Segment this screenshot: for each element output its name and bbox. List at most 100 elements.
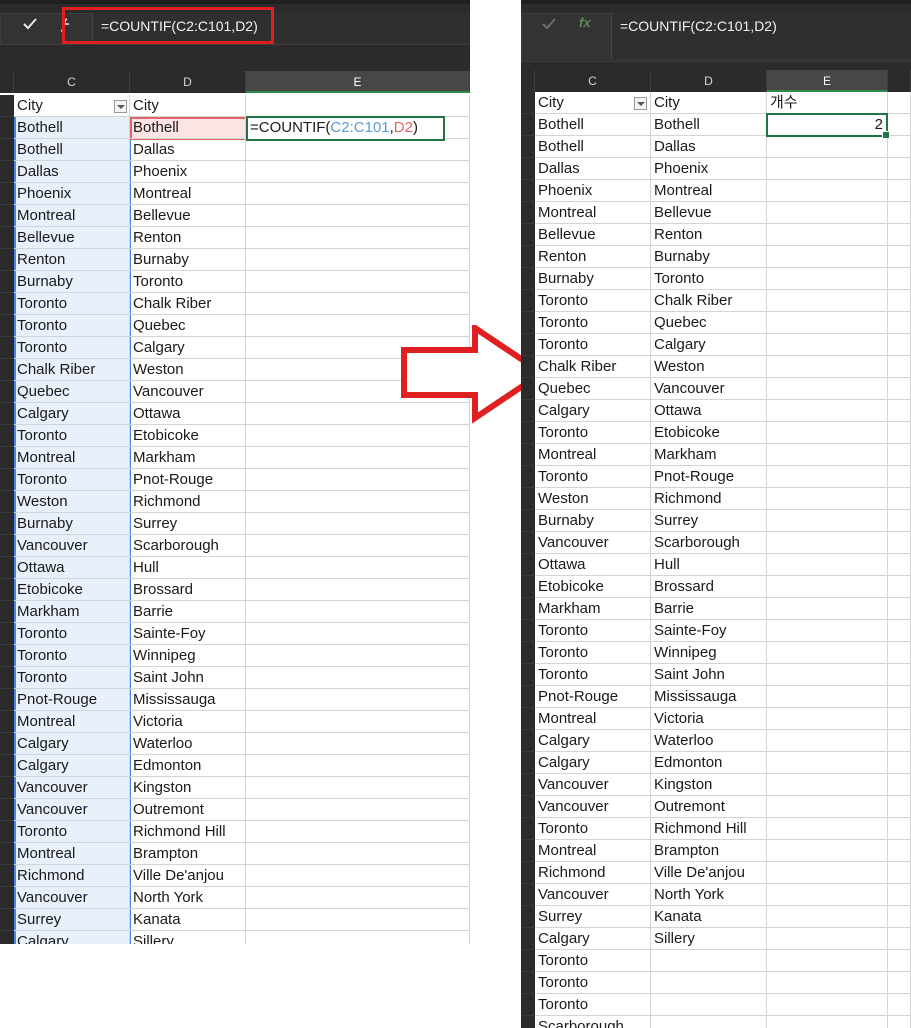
cell-c[interactable]: Ottawa [535,554,651,576]
cell-d[interactable]: Winnipeg [130,645,246,667]
cell-c[interactable]: Calgary [535,752,651,774]
cell-d[interactable]: Outremont [651,796,767,818]
row-number[interactable] [0,601,14,623]
fx-icon[interactable]: fx [579,15,591,30]
cell-e[interactable] [246,931,470,944]
cell-c[interactable]: Burnaby [14,513,130,535]
column-header-f[interactable] [888,70,911,92]
cell-e[interactable] [767,554,888,576]
cell-f[interactable] [888,532,911,554]
cell-e[interactable] [246,645,470,667]
cell-c[interactable]: Pnot-Rouge [14,689,130,711]
cell-e[interactable] [767,620,888,642]
header-cell-d[interactable]: City [130,95,246,117]
cell-c[interactable]: Markham [14,601,130,623]
cell-d[interactable]: Vancouver [130,381,246,403]
cell-e[interactable] [767,202,888,224]
cell-c[interactable]: Bothell [14,117,130,139]
cell-d[interactable]: Ville De'anjou [130,865,246,887]
cell-e[interactable] [246,909,470,931]
cell-c[interactable]: Toronto [535,950,651,972]
cell-c[interactable]: Burnaby [14,271,130,293]
cell-d[interactable]: Chalk Riber [130,293,246,315]
cell-f[interactable] [888,950,911,972]
cell-e[interactable] [767,840,888,862]
cell-d[interactable] [651,950,767,972]
cell-d[interactable]: Weston [651,356,767,378]
row-number[interactable] [0,711,14,733]
cell-e[interactable] [767,686,888,708]
cell-e[interactable] [767,972,888,994]
row-number[interactable] [0,205,14,227]
cell-d[interactable]: Barrie [130,601,246,623]
cell-e[interactable] [767,224,888,246]
cell-d[interactable]: Kingston [651,774,767,796]
row-number[interactable] [521,356,535,378]
cell-f[interactable] [888,664,911,686]
cell-f[interactable] [888,312,911,334]
cell-c[interactable]: Etobicoke [14,579,130,601]
row-number[interactable] [521,312,535,334]
cell-f[interactable] [888,642,911,664]
cell-f[interactable] [888,400,911,422]
row-number[interactable] [521,488,535,510]
cell-e[interactable] [767,928,888,950]
row-number[interactable] [0,183,14,205]
cell-d[interactable]: Brossard [651,576,767,598]
cell-c[interactable]: Toronto [535,972,651,994]
row-number[interactable] [0,557,14,579]
row-number[interactable] [521,422,535,444]
row-number[interactable] [0,865,14,887]
row-number[interactable] [521,642,535,664]
cell-d[interactable]: Calgary [651,334,767,356]
cell-c[interactable]: Chalk Riber [535,356,651,378]
row-number[interactable] [521,92,535,114]
cell-e[interactable] [767,246,888,268]
cell-d[interactable]: Pnot-Rouge [130,469,246,491]
cell-d[interactable]: Brossard [130,579,246,601]
cell-d[interactable]: Toronto [651,268,767,290]
filter-dropdown-icon[interactable] [634,97,647,110]
cell-c[interactable]: Scarborough [535,1016,651,1028]
cell-f[interactable] [888,928,911,950]
cell-c[interactable]: Toronto [535,290,651,312]
cell-e[interactable] [246,447,470,469]
row-number[interactable] [521,400,535,422]
cell-c[interactable]: Calgary [14,755,130,777]
cell-c[interactable]: Vancouver [14,799,130,821]
cell-d[interactable]: Bellevue [651,202,767,224]
row-number[interactable] [0,887,14,909]
row-number[interactable] [521,928,535,950]
row-number[interactable] [521,290,535,312]
cell-c[interactable]: Burnaby [535,268,651,290]
editing-cell-e2[interactable]: =COUNTIF(C2:C101,D2) [246,116,445,141]
cell-f[interactable] [888,796,911,818]
cell-c[interactable]: Montreal [14,447,130,469]
cell-e[interactable] [246,183,470,205]
cell-e[interactable] [246,887,470,909]
cell-e[interactable] [246,777,470,799]
cell-d[interactable]: Vancouver [651,378,767,400]
cell-c[interactable]: Vancouver [14,535,130,557]
cell-f[interactable] [888,444,911,466]
cell-c[interactable]: Surrey [535,906,651,928]
cell-d[interactable] [651,972,767,994]
cell-d[interactable]: Winnipeg [651,642,767,664]
column-header-e[interactable]: E [246,71,470,93]
cell-c[interactable]: Toronto [535,466,651,488]
cell-f[interactable] [888,620,911,642]
cell-d[interactable]: Richmond [130,491,246,513]
row-number[interactable] [521,994,535,1016]
cell-f[interactable] [888,576,911,598]
cell-c[interactable]: Phoenix [14,183,130,205]
cell-c[interactable]: Richmond [14,865,130,887]
cell-d[interactable]: Kanata [651,906,767,928]
cell-e[interactable] [246,293,470,315]
row-number[interactable] [0,821,14,843]
cell-d[interactable]: Barrie [651,598,767,620]
row-number[interactable] [0,733,14,755]
cell-e[interactable] [246,227,470,249]
cell-d[interactable]: Sillery [130,931,246,944]
cell-d[interactable]: North York [651,884,767,906]
cell-e[interactable] [767,444,888,466]
